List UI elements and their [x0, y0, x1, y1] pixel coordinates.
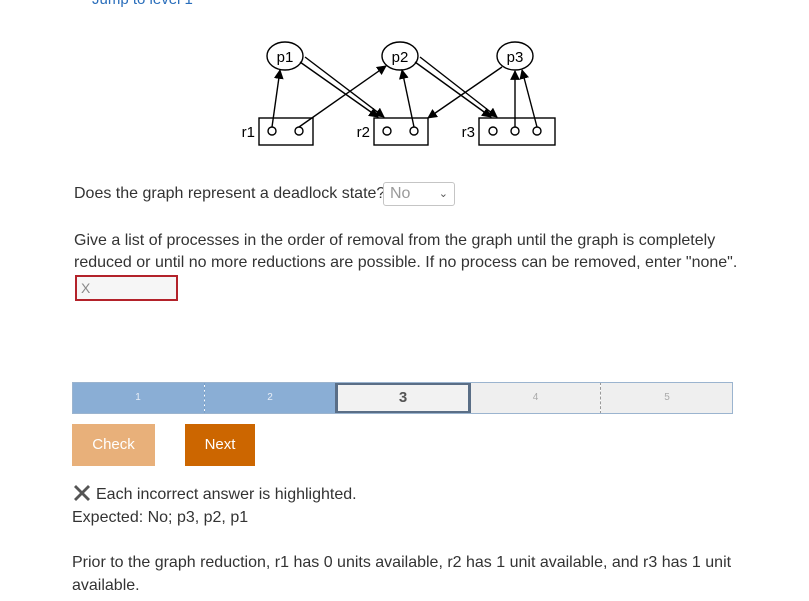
process-label-p2: p2 [392, 49, 409, 66]
chevron-down-icon: ⌄ [438, 188, 448, 200]
level-progress-bar: 1 2 3 4 5 [72, 382, 733, 414]
edge-p1-r2-a [299, 61, 379, 118]
feedback-message: Each incorrect answer is highlighted. [96, 486, 357, 503]
edge-p3-r2 [427, 66, 503, 119]
deadlock-question: Does the graph represent a deadlock stat… [74, 185, 386, 202]
level-segment-4[interactable]: 4 [471, 382, 600, 414]
deadlock-answer-select[interactable]: No ⌄ [383, 182, 455, 206]
resource-label-r2: r2 [357, 124, 370, 141]
expected-answer: Expected: No; p3, p2, p1 [72, 509, 249, 526]
resource-box-r3 [478, 117, 556, 146]
feedback-panel: Each incorrect answer is highlighted. Ex… [72, 483, 357, 529]
select-value: No [390, 185, 411, 202]
level-segment-1[interactable]: 1 [72, 382, 204, 414]
next-button[interactable]: Next [185, 424, 255, 466]
process-label-p1: p1 [277, 49, 294, 66]
level-segment-2[interactable]: 2 [205, 382, 335, 414]
jump-to-level-link[interactable]: Jump to level 1 [92, 0, 193, 8]
resource-allocation-graph: p1 p2 p3 r1 r2 r3 [242, 41, 556, 146]
explanation-text: Prior to the graph reduction, r1 has 0 u… [72, 554, 732, 594]
edge-r1-p2 [298, 65, 387, 128]
process-label-p3: p3 [507, 49, 524, 66]
edge-p2-r3-a [414, 61, 492, 118]
resource-label-r1: r1 [242, 124, 255, 141]
removal-order-question: Give a list of processes in the order of… [74, 232, 738, 271]
close-icon [74, 485, 90, 501]
check-button[interactable]: Check [72, 424, 155, 466]
removal-order-input[interactable]: X [75, 275, 178, 301]
edge-p1-r2-b [304, 56, 385, 118]
level-segment-5[interactable]: 5 [601, 382, 733, 414]
input-value: X [81, 280, 91, 296]
resource-box-r2 [373, 117, 429, 146]
level-segment-3[interactable]: 3 [335, 382, 471, 414]
edge-p2-r3-b [419, 56, 498, 118]
resource-label-r3: r3 [462, 124, 475, 141]
